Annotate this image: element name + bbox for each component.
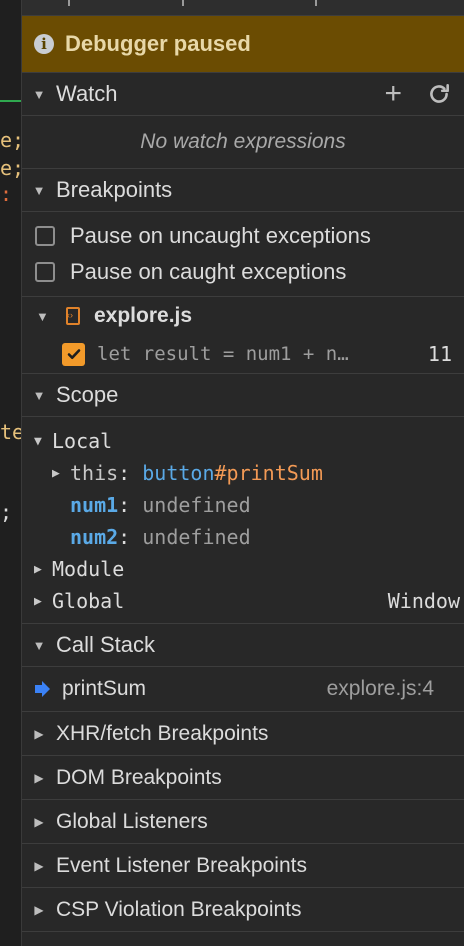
chevron-down-icon: ▼ xyxy=(32,86,46,102)
editor-highlight-line xyxy=(0,100,21,102)
pause-caught-option[interactable]: Pause on caught exceptions xyxy=(22,254,464,290)
editor-text-fragment: e; xyxy=(0,156,21,180)
scope-global-value: Window xyxy=(387,589,460,613)
chevron-right-icon: ▶ xyxy=(34,770,44,785)
breakpoint-file-group[interactable]: ▼ explore.js xyxy=(22,296,464,335)
watch-title: Watch xyxy=(56,81,118,106)
info-icon: i xyxy=(34,34,54,54)
watch-empty-message: No watch expressions xyxy=(22,116,464,169)
toolbar-strip xyxy=(22,0,464,16)
scope-this-tag: button xyxy=(142,461,215,485)
pause-caught-label: Pause on caught exceptions xyxy=(70,259,347,284)
scope-num2-value: undefined xyxy=(142,525,251,549)
scope-title: Scope xyxy=(56,382,119,407)
triangle-right-icon: ▶ xyxy=(34,561,42,577)
chevron-right-icon: ▶ xyxy=(34,902,44,917)
scope-local-row[interactable]: ▼ Local xyxy=(22,425,464,457)
triangle-right-icon: ▶ xyxy=(52,465,60,481)
scope-this-row[interactable]: ▶ this: button #printSum xyxy=(22,457,464,489)
watch-section-header[interactable]: ▼ Watch + xyxy=(22,73,464,116)
section-title: CSP Violation Breakpoints xyxy=(56,897,302,921)
xhr-breakpoints-header[interactable]: ▶ XHR/fetch Breakpoints xyxy=(22,712,464,756)
scope-this-id: #printSum xyxy=(214,461,323,485)
chevron-right-icon: ▶ xyxy=(34,858,44,873)
section-title: Global Listeners xyxy=(56,809,208,833)
section-title: Event Listener Breakpoints xyxy=(56,853,307,877)
breakpoint-line-number: 11 xyxy=(427,342,452,366)
section-title: XHR/fetch Breakpoints xyxy=(56,721,269,745)
editor-text-fragment: ; xyxy=(0,500,13,524)
scope-module-row[interactable]: ▶ Module xyxy=(22,553,464,585)
editor-text-fragment: te xyxy=(0,420,21,444)
chevron-down-icon: ▼ xyxy=(32,182,46,198)
checkmark-icon xyxy=(67,349,80,359)
event-listener-breakpoints-header[interactable]: ▶ Event Listener Breakpoints xyxy=(22,844,464,888)
call-stack-section-header[interactable]: ▼ Call Stack xyxy=(22,624,464,667)
call-stack-frame[interactable]: printSum explore.js:4 xyxy=(22,667,464,712)
scope-this-key: this xyxy=(70,461,119,485)
pause-uncaught-label: Pause on uncaught exceptions xyxy=(70,223,371,248)
paused-status-text: Debugger paused xyxy=(65,31,251,56)
debugger-paused-banner: i Debugger paused xyxy=(22,16,464,73)
triangle-down-icon: ▼ xyxy=(34,433,42,449)
scope-local-label: Local xyxy=(52,429,113,453)
scope-num1-key: num1 xyxy=(70,493,119,517)
breakpoints-title: Breakpoints xyxy=(56,177,173,202)
pause-uncaught-option[interactable]: Pause on uncaught exceptions xyxy=(22,218,464,254)
chevron-down-icon: ▼ xyxy=(32,637,46,653)
chevron-right-icon: ▶ xyxy=(34,814,44,829)
breakpoint-checkbox[interactable] xyxy=(62,342,85,366)
section-title: DOM Breakpoints xyxy=(56,765,222,789)
editor-gutter: e; e; : te ; xyxy=(0,0,21,946)
editor-text-fragment: : xyxy=(0,182,13,206)
editor-text-fragment: e; xyxy=(0,128,21,152)
scope-num1-row[interactable]: num1: undefined xyxy=(22,489,464,521)
js-file-icon xyxy=(66,307,80,325)
breakpoint-code: let result = num1 + n… xyxy=(97,343,349,365)
scope-global-row[interactable]: ▶ Global Window xyxy=(22,585,464,617)
debugger-sidebar: i Debugger paused ▼ Watch + No watch exp… xyxy=(21,0,464,946)
scope-num2-row[interactable]: num2: undefined xyxy=(22,521,464,553)
chevron-down-icon: ▼ xyxy=(36,308,49,324)
scope-section-header[interactable]: ▼ Scope xyxy=(22,374,464,417)
breakpoint-entry[interactable]: let result = num1 + n… 11 xyxy=(22,335,464,374)
refresh-icon[interactable] xyxy=(426,81,452,107)
breakpoint-file-name: explore.js xyxy=(94,304,193,327)
pause-caught-checkbox[interactable] xyxy=(35,262,55,282)
call-stack-location[interactable]: explore.js:4 xyxy=(327,677,434,701)
chevron-down-icon: ▼ xyxy=(32,387,46,403)
scope-num1-value: undefined xyxy=(142,493,251,517)
global-listeners-header[interactable]: ▶ Global Listeners xyxy=(22,800,464,844)
breakpoints-section-header[interactable]: ▼ Breakpoints xyxy=(22,169,464,212)
scope-num2-key: num2 xyxy=(70,525,119,549)
plus-icon[interactable]: + xyxy=(384,79,402,109)
dom-breakpoints-header[interactable]: ▶ DOM Breakpoints xyxy=(22,756,464,800)
chevron-right-icon: ▶ xyxy=(34,726,44,741)
current-frame-arrow-icon xyxy=(22,680,62,698)
scope-module-label: Module xyxy=(52,557,125,581)
csp-violation-breakpoints-header[interactable]: ▶ CSP Violation Breakpoints xyxy=(22,888,464,932)
triangle-right-icon: ▶ xyxy=(34,593,42,609)
pause-uncaught-checkbox[interactable] xyxy=(35,226,55,246)
scope-tree: ▼ Local ▶ this: button #printSum num1: un… xyxy=(22,417,464,624)
scope-global-label: Global xyxy=(52,589,125,613)
call-stack-function: printSum xyxy=(62,677,147,700)
call-stack-title: Call Stack xyxy=(56,632,156,657)
